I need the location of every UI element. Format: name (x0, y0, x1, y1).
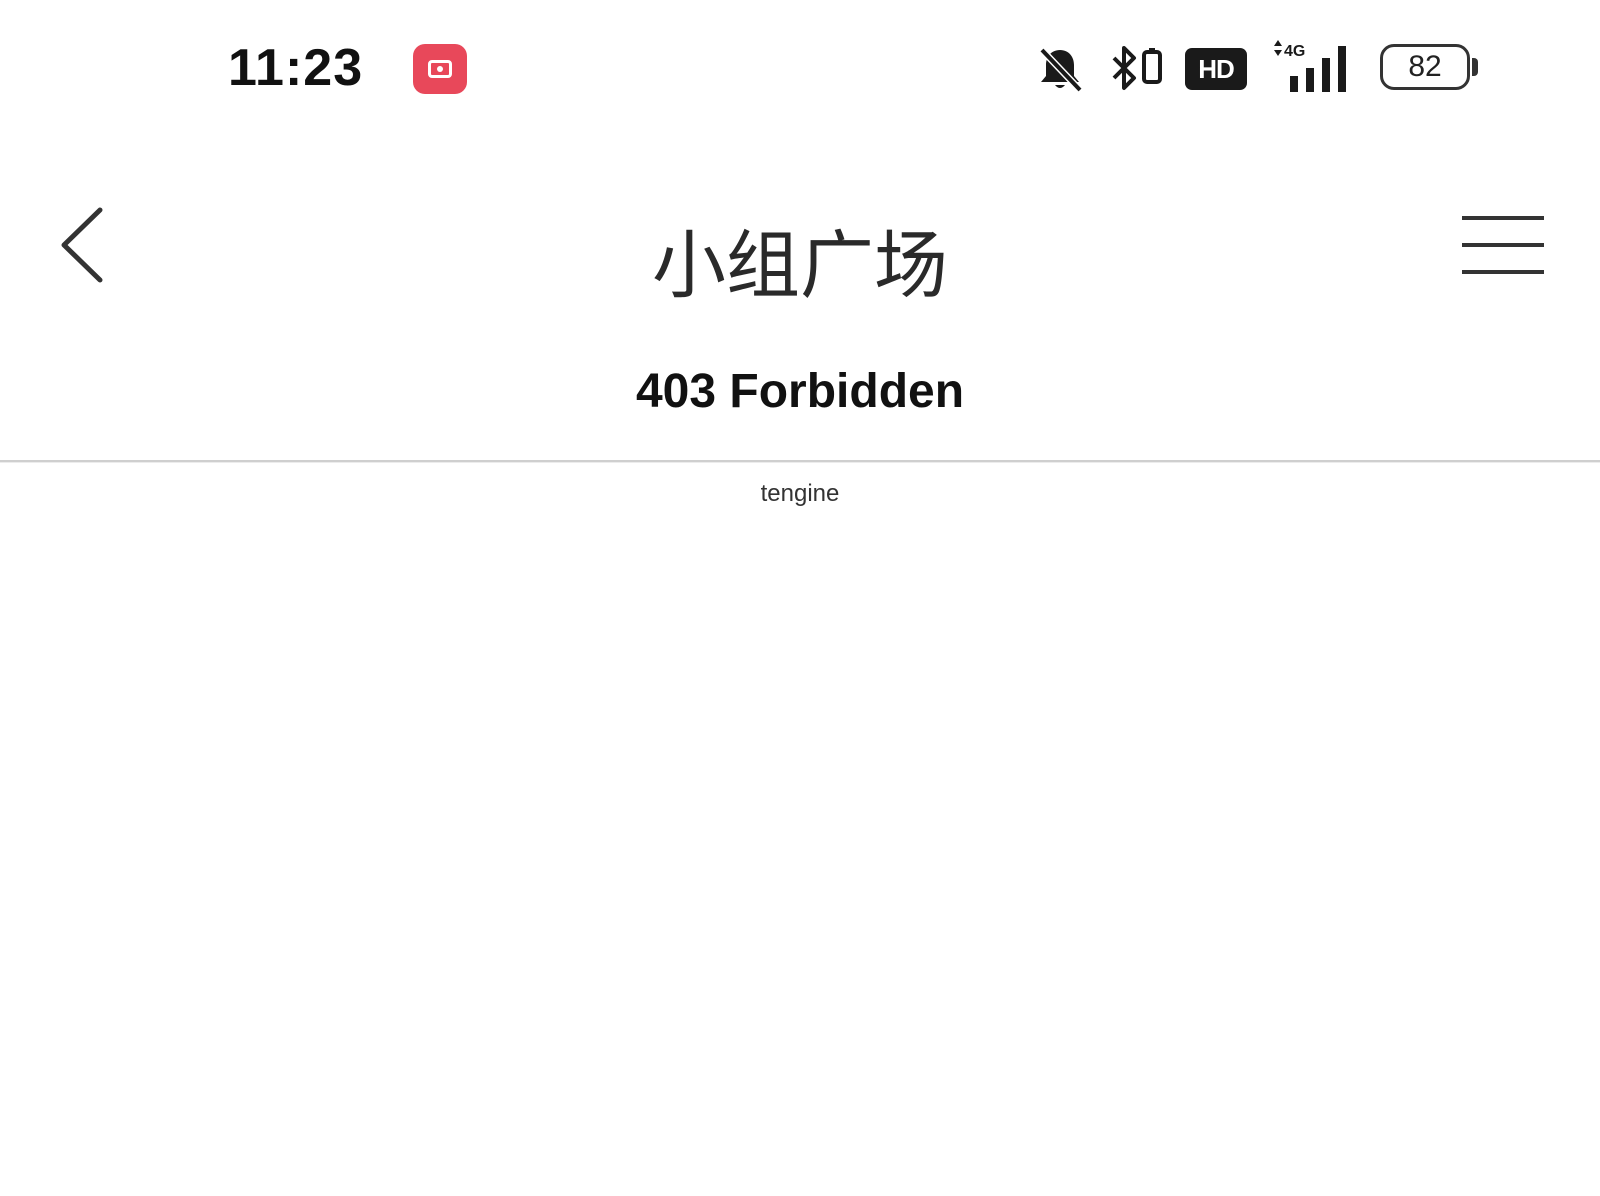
hd-label: HD (1198, 53, 1235, 84)
bluetooth-icon (1112, 46, 1162, 90)
status-bar: 11:23 HD 4G 82 (0, 0, 1600, 140)
hd-voice-icon: HD (1185, 48, 1247, 90)
bell-off-icon (1039, 47, 1083, 93)
nav-bar: 小组广场 (0, 170, 1600, 320)
menu-button[interactable] (1458, 212, 1548, 278)
error-title: 403 Forbidden (635, 365, 965, 418)
battery-icon: 82 (1380, 44, 1480, 92)
page-title: 小组广场 (652, 223, 948, 309)
battery-level: 82 (1408, 50, 1442, 83)
divider (0, 460, 1600, 463)
status-time: 11:23 (228, 39, 364, 97)
signal-4g-icon: 4G (1274, 40, 1346, 92)
screen-record-icon (413, 44, 467, 94)
hamburger-menu-icon (1462, 216, 1544, 274)
server-name: tengine (760, 480, 840, 507)
screen: 11:23 HD 4G 82 小组广场 403 Forbidden tengin… (0, 0, 1600, 1196)
svg-text:4G: 4G (1284, 43, 1305, 60)
